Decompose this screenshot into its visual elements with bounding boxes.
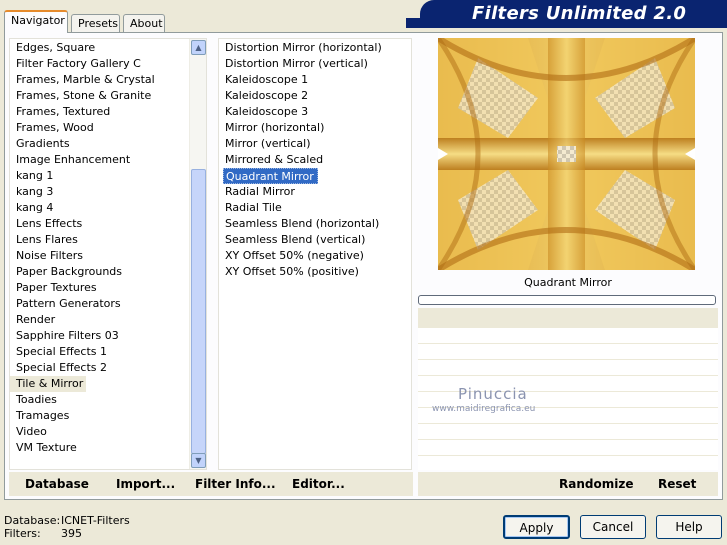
category-item[interactable]: Toadies — [10, 392, 206, 408]
category-item[interactable]: Filter Factory Gallery C — [10, 56, 206, 72]
footer-info: Database:ICNET-Filters Filters: 395 — [4, 514, 130, 540]
import-label: Import... — [116, 477, 176, 491]
category-item[interactable]: Lens Flares — [10, 232, 206, 248]
randomize-label: Randomize — [559, 477, 634, 491]
filter-item[interactable]: Seamless Blend (vertical) — [219, 232, 411, 248]
filter-item[interactable]: Mirror (vertical) — [219, 136, 411, 152]
category-item[interactable]: kang 1 — [10, 168, 206, 184]
scroll-thumb[interactable] — [191, 169, 206, 454]
category-item[interactable]: Tile & Mirror — [10, 376, 87, 392]
database-info-label: Database: — [4, 514, 61, 527]
editor-button[interactable]: Editor... — [292, 477, 345, 491]
editor-label: Editor... — [292, 477, 345, 491]
category-item[interactable]: Image Enhancement — [10, 152, 206, 168]
preview-caption: Quadrant Mirror — [524, 276, 612, 289]
filter-item[interactable]: XY Offset 50% (negative) — [219, 248, 411, 264]
filter-item[interactable]: Distortion Mirror (vertical) — [219, 56, 411, 72]
tab-about[interactable]: About — [123, 14, 165, 32]
filter-item[interactable]: Quadrant Mirror — [223, 168, 318, 184]
tab-presets[interactable]: Presets — [71, 14, 120, 32]
help-button[interactable]: Help — [656, 515, 722, 539]
reset-label: Reset — [658, 477, 697, 491]
category-item[interactable]: Render — [10, 312, 206, 328]
filter-item[interactable]: Distortion Mirror (horizontal) — [219, 40, 411, 56]
filter-info-button[interactable]: Filter Info... — [195, 477, 276, 491]
filter-item[interactable]: Kaleidoscope 3 — [219, 104, 411, 120]
category-item[interactable]: kang 4 — [10, 200, 206, 216]
filters-count-value: 395 — [61, 527, 82, 540]
filter-info-label: Filter Info... — [195, 477, 276, 491]
cancel-button[interactable]: Cancel — [580, 515, 646, 539]
category-item[interactable]: Pattern Generators — [10, 296, 206, 312]
category-item[interactable]: Sapphire Filters 03 — [10, 328, 206, 344]
import-button[interactable]: Import... — [116, 477, 175, 491]
progress-bar — [418, 295, 716, 305]
filter-list[interactable]: Distortion Mirror (horizontal) Distortion… — [218, 38, 412, 470]
category-list[interactable]: Edges, Square Filter Factory Gallery C Fra… — [9, 38, 207, 470]
preview-image — [438, 38, 695, 270]
watermark-url: www.maidiregrafica.eu — [432, 404, 536, 414]
category-item[interactable]: Frames, Stone & Granite — [10, 88, 206, 104]
filter-item[interactable]: XY Offset 50% (positive) — [219, 264, 411, 280]
apply-button[interactable]: Apply — [503, 515, 570, 539]
category-scrollbar[interactable]: ▲ ▼ — [189, 39, 206, 469]
filter-item[interactable]: Radial Mirror — [219, 184, 411, 200]
category-item[interactable]: Noise Filters — [10, 248, 206, 264]
category-item[interactable]: kang 3 — [10, 184, 206, 200]
randomize-button[interactable]: Randomize — [559, 477, 633, 491]
filter-item[interactable]: Seamless Blend (horizontal) — [219, 216, 411, 232]
category-item[interactable]: Paper Backgrounds — [10, 264, 206, 280]
category-item[interactable]: Special Effects 1 — [10, 344, 206, 360]
filters-count-label: Filters: — [4, 527, 41, 540]
filter-item[interactable]: Kaleidoscope 2 — [219, 88, 411, 104]
filter-item[interactable]: Radial Tile — [219, 200, 411, 216]
category-item[interactable]: Frames, Marble & Crystal — [10, 72, 206, 88]
tab-navigator-label: Navigator — [11, 14, 65, 27]
database-info-value: ICNET-Filters — [61, 514, 130, 527]
database-label: Database — [25, 477, 89, 491]
filter-item[interactable]: Mirror (horizontal) — [219, 120, 411, 136]
category-item[interactable]: Frames, Textured — [10, 104, 206, 120]
tab-about-label: About — [130, 17, 163, 30]
reset-button[interactable]: Reset — [658, 477, 696, 491]
filter-item[interactable]: Kaleidoscope 1 — [219, 72, 411, 88]
category-item[interactable]: Video — [10, 424, 206, 440]
filter-item[interactable]: Mirrored & Scaled — [219, 152, 411, 168]
category-item[interactable]: Special Effects 2 — [10, 360, 206, 376]
tab-presets-label: Presets — [78, 17, 119, 30]
category-item[interactable]: Tramages — [10, 408, 206, 424]
category-item[interactable]: Gradients — [10, 136, 206, 152]
category-items: Edges, Square Filter Factory Gallery C Fra… — [10, 39, 206, 456]
banner-title: Filters Unlimited 2.0 — [472, 3, 687, 24]
category-item[interactable]: Frames, Wood — [10, 120, 206, 136]
category-item[interactable]: Edges, Square — [10, 40, 206, 56]
watermark-name: Pinuccia — [458, 385, 528, 403]
category-item[interactable]: VM Texture — [10, 440, 206, 456]
scroll-up-button[interactable]: ▲ — [191, 40, 206, 55]
category-item[interactable]: Paper Textures — [10, 280, 206, 296]
filter-items: Distortion Mirror (horizontal) Distortion… — [219, 39, 411, 280]
scroll-down-button[interactable]: ▼ — [191, 453, 206, 468]
category-item[interactable]: Lens Effects — [10, 216, 206, 232]
database-button[interactable]: Database — [25, 477, 89, 491]
preview-kaleidoscope — [438, 38, 695, 270]
tab-navigator[interactable]: Navigator — [4, 10, 68, 33]
